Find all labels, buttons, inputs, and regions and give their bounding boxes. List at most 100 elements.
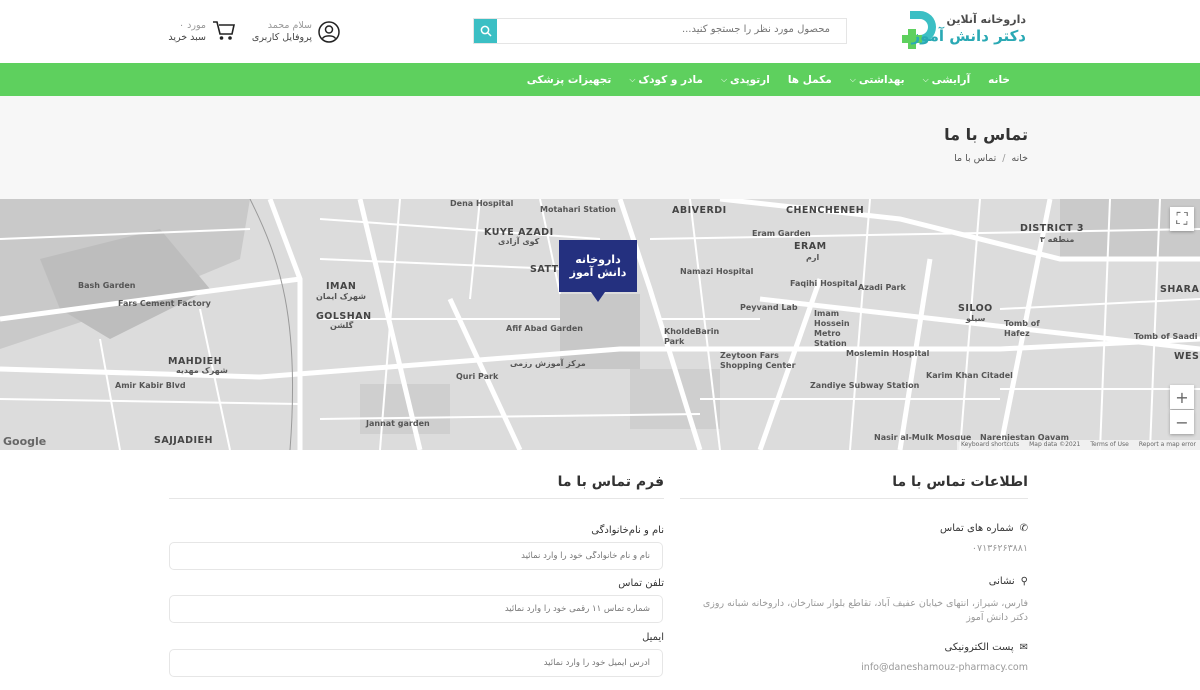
- map-label: شهرک ایمان: [316, 292, 367, 301]
- map-marker-line2: دانش آموز: [569, 266, 627, 279]
- keyboard-shortcuts-link[interactable]: Keyboard shortcuts: [961, 441, 1019, 449]
- map-label: Eram Garden: [752, 229, 811, 238]
- cart-icon: [213, 21, 235, 40]
- fullscreen-button[interactable]: ⛶: [1170, 207, 1194, 231]
- search-bar: [473, 18, 847, 44]
- contact-info-title: اطلاعات تماس با ما: [892, 474, 1028, 490]
- envelope-icon: ✉: [1019, 642, 1028, 653]
- phone-label: شماره های تماس: [940, 523, 1014, 534]
- chevron-down-icon: ⌵: [922, 74, 929, 84]
- map-label: Karim Khan Citadel: [926, 371, 1013, 380]
- breadcrumb-home[interactable]: خانه: [1011, 153, 1028, 164]
- nav-item-label: آرایشی: [931, 73, 971, 86]
- nav-item-home[interactable]: خانه: [988, 74, 1010, 86]
- fullscreen-icon: ⛶: [1176, 209, 1188, 228]
- nav-item-medical-equipment[interactable]: تجهیزات پزشکی: [527, 74, 612, 86]
- page-title: تماس با ما: [944, 125, 1028, 144]
- site-header: داروخانه آنلاین دکتر دانش آموز سلام محمد…: [0, 0, 1200, 63]
- breadcrumb: خانه / تماس با ما: [954, 153, 1028, 164]
- nav-item-label: خانه: [988, 73, 1010, 86]
- map-label: Namazi Hospital: [680, 267, 754, 276]
- section-divider: [169, 498, 664, 499]
- map-data-text: Map data ©2021: [1029, 441, 1081, 448]
- name-input[interactable]: [190, 551, 650, 561]
- email-field[interactable]: [169, 649, 663, 677]
- nav-list: خانه آرایشی ⌵ بهداشتی ⌵ مکمل ها ارتوپدی ⌵ م…: [527, 63, 1010, 96]
- nav-item-supplements[interactable]: مکمل ها: [788, 74, 832, 86]
- name-label: نام و نام‌خانوادگی: [591, 525, 664, 536]
- profile-label: پروفایل کاربری: [251, 32, 312, 43]
- map-label: WES: [1174, 351, 1200, 362]
- phone-input[interactable]: [190, 604, 650, 614]
- report-error-link[interactable]: Report a map error: [1139, 441, 1196, 449]
- location-map[interactable]: ABIVERDI CHENCHENEH DISTRICT 3 منطقه ۳ K…: [0, 199, 1200, 450]
- map-label: Amir Kabir Blvd: [115, 381, 186, 390]
- map-label: SHARA: [1160, 284, 1200, 295]
- logo-tagline: داروخانه آنلاین: [946, 13, 1026, 26]
- user-profile-link[interactable]: سلام محمد پروفایل کاربری: [252, 18, 340, 46]
- page-title-bar: تماس با ما خانه / تماس با ما: [0, 96, 1200, 199]
- map-label: Quri Park: [456, 372, 499, 381]
- map-label: منطقه ۳: [1040, 235, 1075, 244]
- pharmacy-map-marker[interactable]: داروخانه دانش آموز: [559, 240, 637, 302]
- address-value: فارس، شیراز، انتهای خیابان عفیف آباد، تق…: [702, 598, 1028, 623]
- user-icon: [318, 21, 340, 43]
- map-label: ERAM: [794, 241, 827, 252]
- map-marker-line1: داروخانه: [575, 253, 621, 266]
- phone-field-label: تلفن تماس: [618, 578, 664, 589]
- nav-item-cosmetics[interactable]: آرایشی ⌵: [923, 74, 971, 86]
- map-label: گلشن: [330, 321, 354, 330]
- map-label: ABIVERDI: [672, 205, 727, 216]
- plus-icon: +: [1175, 387, 1189, 407]
- chevron-down-icon: ⌵: [849, 74, 856, 84]
- site-logo[interactable]: داروخانه آنلاین دکتر دانش آموز: [898, 7, 1038, 53]
- search-input[interactable]: [530, 24, 830, 35]
- zoom-out-button[interactable]: −: [1170, 410, 1194, 434]
- logo-brand-name: دکتر دانش آموز: [911, 27, 1026, 45]
- map-attribution: Keyboard shortcuts Map data ©2021 Terms …: [956, 440, 1200, 450]
- map-label: Tomb of Hafez: [1004, 319, 1040, 338]
- nav-item-hygiene[interactable]: بهداشتی ⌵: [850, 74, 905, 86]
- map-label: Moslemin Hospital: [846, 349, 930, 358]
- email-label-row: ✉ پست الکترونیکی: [945, 642, 1028, 653]
- zoom-in-button[interactable]: +: [1170, 385, 1194, 409]
- address-label: نشانی: [988, 576, 1015, 587]
- search-icon: [480, 25, 492, 37]
- phone-field[interactable]: [169, 595, 663, 623]
- email-value[interactable]: info@daneshamouz-pharmacy.com: [688, 661, 1028, 675]
- map-label: سیلو: [966, 314, 986, 323]
- nav-item-label: مکمل ها: [787, 73, 832, 86]
- map-label: Zandiye Subway Station: [810, 381, 920, 390]
- map-label: Jannat garden: [366, 419, 430, 428]
- profile-greeting: سلام محمد: [267, 20, 312, 31]
- map-label: IMAN: [326, 281, 357, 292]
- email-input[interactable]: [190, 658, 650, 668]
- map-label: SATT: [530, 264, 559, 275]
- cart-count: ۰ مورد: [179, 20, 206, 31]
- nav-item-mother-child[interactable]: مادر و کودک ⌵: [629, 74, 703, 86]
- map-label: SAJJADIEH: [154, 435, 213, 446]
- nav-item-label: ارتوپدی: [730, 73, 770, 86]
- nav-item-label: مادر و کودک: [638, 73, 703, 86]
- map-label: KholdeBarin Park: [664, 327, 720, 346]
- breadcrumb-current: تماس با ما: [954, 153, 997, 164]
- terms-link[interactable]: Terms of Use: [1090, 441, 1128, 449]
- email-label: پست الکترونیکی: [944, 642, 1014, 653]
- section-divider: [680, 498, 1028, 499]
- map-label: Peyvand Lab: [740, 303, 798, 312]
- location-pin-icon: ⚲: [1020, 576, 1028, 587]
- name-field[interactable]: [169, 542, 663, 570]
- breadcrumb-separator: /: [1002, 153, 1006, 164]
- search-button[interactable]: [474, 19, 497, 43]
- map-label: Azadi Park: [858, 283, 906, 292]
- nav-item-orthopedic[interactable]: ارتوپدی ⌵: [721, 74, 770, 86]
- map-label: Bash Garden: [78, 281, 136, 290]
- cart-link[interactable]: ۰ مورد سبد خرید: [168, 18, 236, 46]
- cart-label: سبد خرید: [168, 32, 206, 43]
- contact-form-title: فرم تماس با ما: [557, 474, 664, 490]
- phone-label-row: ✆ شماره های تماس: [940, 523, 1028, 534]
- main-nav: خانه آرایشی ⌵ بهداشتی ⌵ مکمل ها ارتوپدی ⌵ م…: [0, 63, 1200, 96]
- map-label: SILOO: [958, 303, 993, 314]
- map-label: Motahari Station: [540, 205, 616, 214]
- map-label: کوی آزادی: [498, 237, 540, 246]
